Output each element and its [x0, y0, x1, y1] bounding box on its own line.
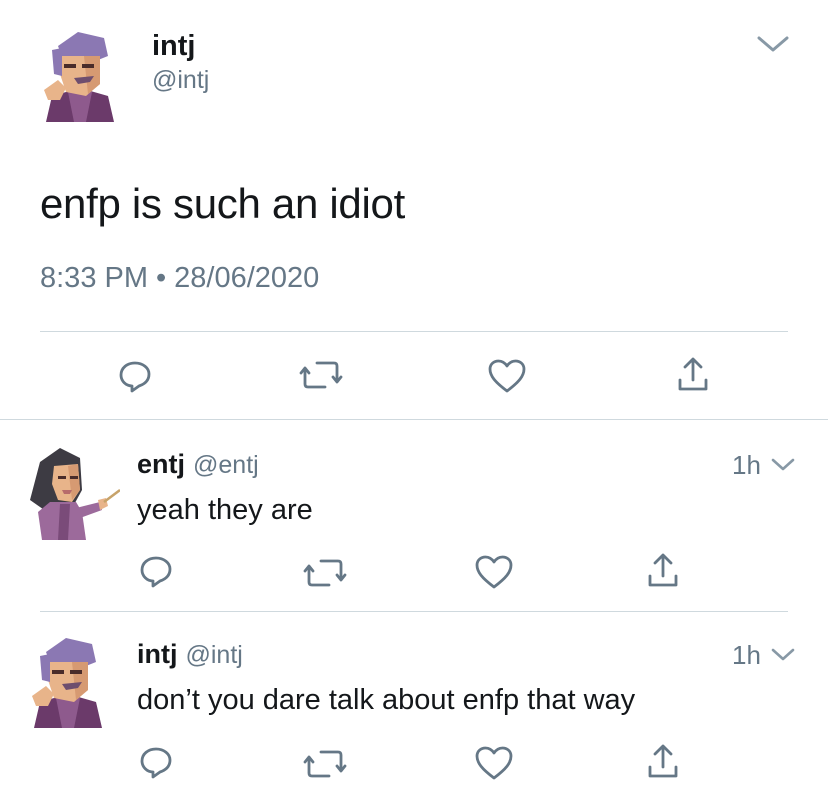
entj-avatar[interactable]: [20, 440, 120, 550]
divider: [0, 419, 828, 420]
caret-down-icon[interactable]: [755, 32, 791, 56]
caret-down-icon[interactable]: [770, 646, 796, 664]
reply-text: yeah they are: [137, 494, 313, 526]
tweet-date: 28/06/2020: [174, 262, 320, 294]
intj-avatar-illustration: [44, 32, 114, 122]
tweet-time: 8:33 PM: [40, 262, 148, 294]
reply-icon[interactable]: [117, 358, 153, 394]
share-icon[interactable]: [645, 741, 681, 781]
reply-header: intj @intj: [137, 639, 243, 670]
reply-author-name[interactable]: intj: [137, 639, 178, 669]
main-tweet-timestamp[interactable]: 8:33 PM • 28/06/2020: [40, 262, 319, 295]
reply-time: 1h: [732, 640, 761, 670]
main-tweet-text: enfp is such an idiot: [40, 180, 405, 227]
intj-avatar[interactable]: [26, 632, 122, 742]
reply-icon[interactable]: [138, 744, 174, 780]
intj-avatar-illustration: [32, 638, 102, 728]
reply-author-handle[interactable]: @intj: [186, 641, 243, 669]
share-icon[interactable]: [645, 550, 681, 590]
reply-icon[interactable]: [138, 553, 174, 589]
like-icon[interactable]: [487, 358, 527, 394]
divider: [40, 611, 788, 612]
caret-down-icon[interactable]: [770, 456, 796, 474]
reply-header: entj @entj: [137, 449, 259, 480]
intj-avatar[interactable]: [38, 26, 122, 126]
share-icon[interactable]: [675, 354, 711, 394]
reply-text: don’t you dare talk about enfp that way: [137, 684, 636, 716]
retweet-icon[interactable]: [299, 358, 343, 392]
like-icon[interactable]: [474, 745, 514, 781]
entj-avatar-illustration: [30, 448, 120, 540]
like-icon[interactable]: [474, 554, 514, 590]
reply-author-handle[interactable]: @entj: [193, 451, 259, 479]
main-author-handle[interactable]: @intj: [152, 66, 209, 95]
retweet-icon[interactable]: [303, 556, 347, 590]
main-author-name[interactable]: intj: [152, 30, 196, 63]
divider: [40, 331, 788, 332]
reply-author-name[interactable]: entj: [137, 449, 185, 479]
retweet-icon[interactable]: [303, 747, 347, 781]
meta-separator: •: [156, 262, 167, 294]
reply-time: 1h: [732, 450, 761, 480]
